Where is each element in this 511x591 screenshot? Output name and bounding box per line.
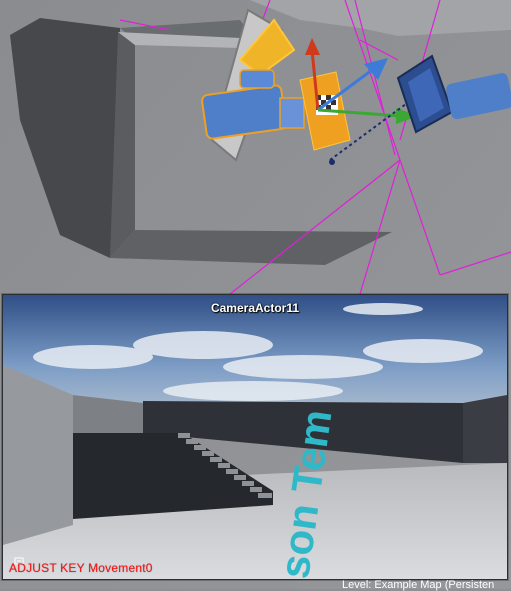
camera-preview-title: CameraActor11	[210, 301, 300, 315]
camera-preview-scene	[3, 295, 507, 579]
camera-preview-window[interactable]: CameraActor11 son Tem	[2, 294, 508, 580]
status-message: ADJUST KEY Movement0	[9, 561, 153, 575]
level-label: Level: Example Map (Persisten	[342, 579, 495, 591]
left-wall	[3, 365, 73, 545]
